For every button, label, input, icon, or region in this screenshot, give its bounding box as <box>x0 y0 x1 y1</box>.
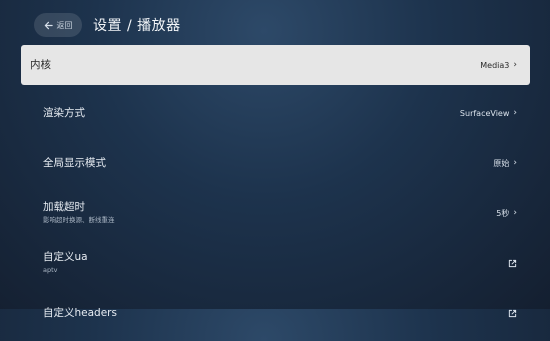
setting-row-display-mode[interactable]: 全局显示模式 原始 › <box>21 141 530 185</box>
setting-label: 自定义ua <box>43 251 88 263</box>
setting-value: Media3 <box>480 60 510 70</box>
setting-label: 全局显示模式 <box>43 156 106 169</box>
arrow-left-icon <box>44 21 53 30</box>
setting-label: 渲染方式 <box>43 106 85 119</box>
chevron-right-icon: › <box>513 157 517 168</box>
setting-sublabel: 影响超时换源、断线重连 <box>43 216 115 224</box>
setting-value: SurfaceView <box>459 108 510 118</box>
chevron-right-icon: › <box>513 107 517 118</box>
chevron-right-icon: › <box>513 59 517 70</box>
header: 返回 设置 / 播放器 <box>34 12 181 38</box>
setting-row-render-mode[interactable]: 渲染方式 SurfaceView › <box>21 91 530 135</box>
open-in-new-icon <box>508 309 517 318</box>
back-label: 返回 <box>56 20 73 30</box>
setting-sublabel: aptv <box>43 266 58 274</box>
setting-label: 加载超时 <box>43 201 85 213</box>
chevron-right-icon: › <box>513 207 517 218</box>
setting-row-custom-headers[interactable]: 自定义headers <box>21 291 530 335</box>
setting-label: 自定义headers <box>43 306 117 319</box>
setting-value: 原始 <box>493 158 510 168</box>
open-in-new-icon <box>508 259 517 268</box>
setting-row-kernel[interactable]: 内核 Media3 › <box>21 45 530 85</box>
back-button[interactable]: 返回 <box>34 13 82 37</box>
setting-row-load-timeout[interactable]: 加载超时 影响超时换源、断线重连 5秒 › <box>21 191 530 235</box>
setting-row-custom-ua[interactable]: 自定义ua aptv <box>21 241 530 285</box>
setting-label: 内核 <box>30 58 51 71</box>
settings-list: 内核 Media3 › 渲染方式 SurfaceView › 全局显示模式 原始… <box>21 45 530 341</box>
setting-value: 5秒 <box>496 208 510 218</box>
page-title: 设置 / 播放器 <box>93 18 181 34</box>
